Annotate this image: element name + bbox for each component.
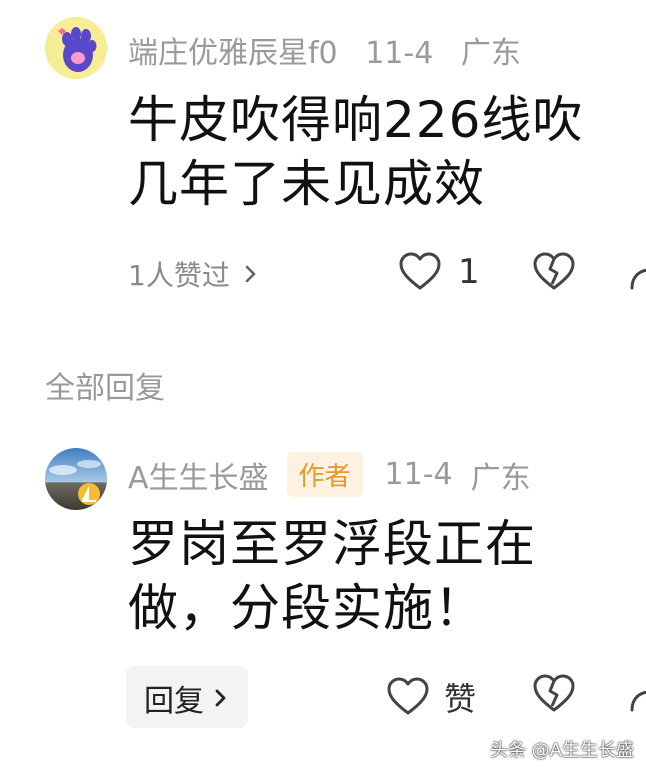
comment-share-button[interactable]: [628, 258, 646, 292]
reply-text-line2: 做，分段实施！: [128, 579, 485, 637]
likers-label: 1人赞过: [128, 259, 230, 292]
reply-dislike-button[interactable]: [532, 674, 576, 718]
likers-link[interactable]: 1人赞过: [128, 254, 262, 294]
chevron-right-icon: [215, 689, 226, 707]
paw-avatar-icon: [45, 17, 107, 79]
reply-button-label: 回复: [144, 684, 204, 719]
all-replies-title: 全部回复: [45, 371, 165, 406]
reply-text: 罗岗至罗浮段正在 做，分段实施！: [128, 512, 536, 640]
reply-like-label: 赞: [444, 680, 477, 718]
reply-share-button[interactable]: [628, 680, 646, 714]
comment-text-line2: 几年了未见成效: [128, 155, 485, 213]
landscape-avatar-icon: [45, 448, 107, 510]
reply-date: 11-4: [384, 457, 453, 492]
author-avatar[interactable]: [45, 448, 107, 510]
comment-date: 11-4: [365, 36, 434, 71]
broken-heart-icon: [533, 252, 575, 290]
reply-like-button[interactable]: 赞: [386, 674, 476, 720]
reply-username[interactable]: A生生长盛: [128, 453, 269, 497]
comment-username[interactable]: 端庄优雅辰星f0: [128, 36, 338, 71]
reply-meta: A生生长盛 作者 11-4 广东: [128, 452, 549, 497]
share-icon: [630, 268, 646, 290]
comment-location: 广东: [460, 36, 521, 71]
comment-like-button[interactable]: 1: [398, 252, 480, 292]
reply-text-line1: 罗岗至罗浮段正在: [128, 515, 536, 573]
author-badge: 作者: [286, 452, 363, 497]
comment-dislike-button[interactable]: [532, 252, 576, 296]
reply-button[interactable]: 回复: [126, 666, 248, 728]
heart-icon: [399, 252, 441, 290]
comment-like-count: 1: [458, 252, 480, 292]
comment-meta: 端庄优雅辰星f0 11-4 广东: [128, 28, 539, 72]
chevron-right-icon: [245, 265, 256, 283]
comment-text-line1: 牛皮吹得响226线吹: [128, 91, 584, 149]
commenter-avatar[interactable]: [45, 17, 107, 79]
watermark: 头条 @A生生长盛: [489, 740, 634, 761]
share-icon: [630, 690, 646, 712]
reply-location: 广东: [470, 460, 531, 496]
comment-text: 牛皮吹得响226线吹 几年了未见成效: [128, 88, 583, 216]
heart-icon: [387, 677, 429, 715]
broken-heart-icon: [533, 674, 575, 712]
